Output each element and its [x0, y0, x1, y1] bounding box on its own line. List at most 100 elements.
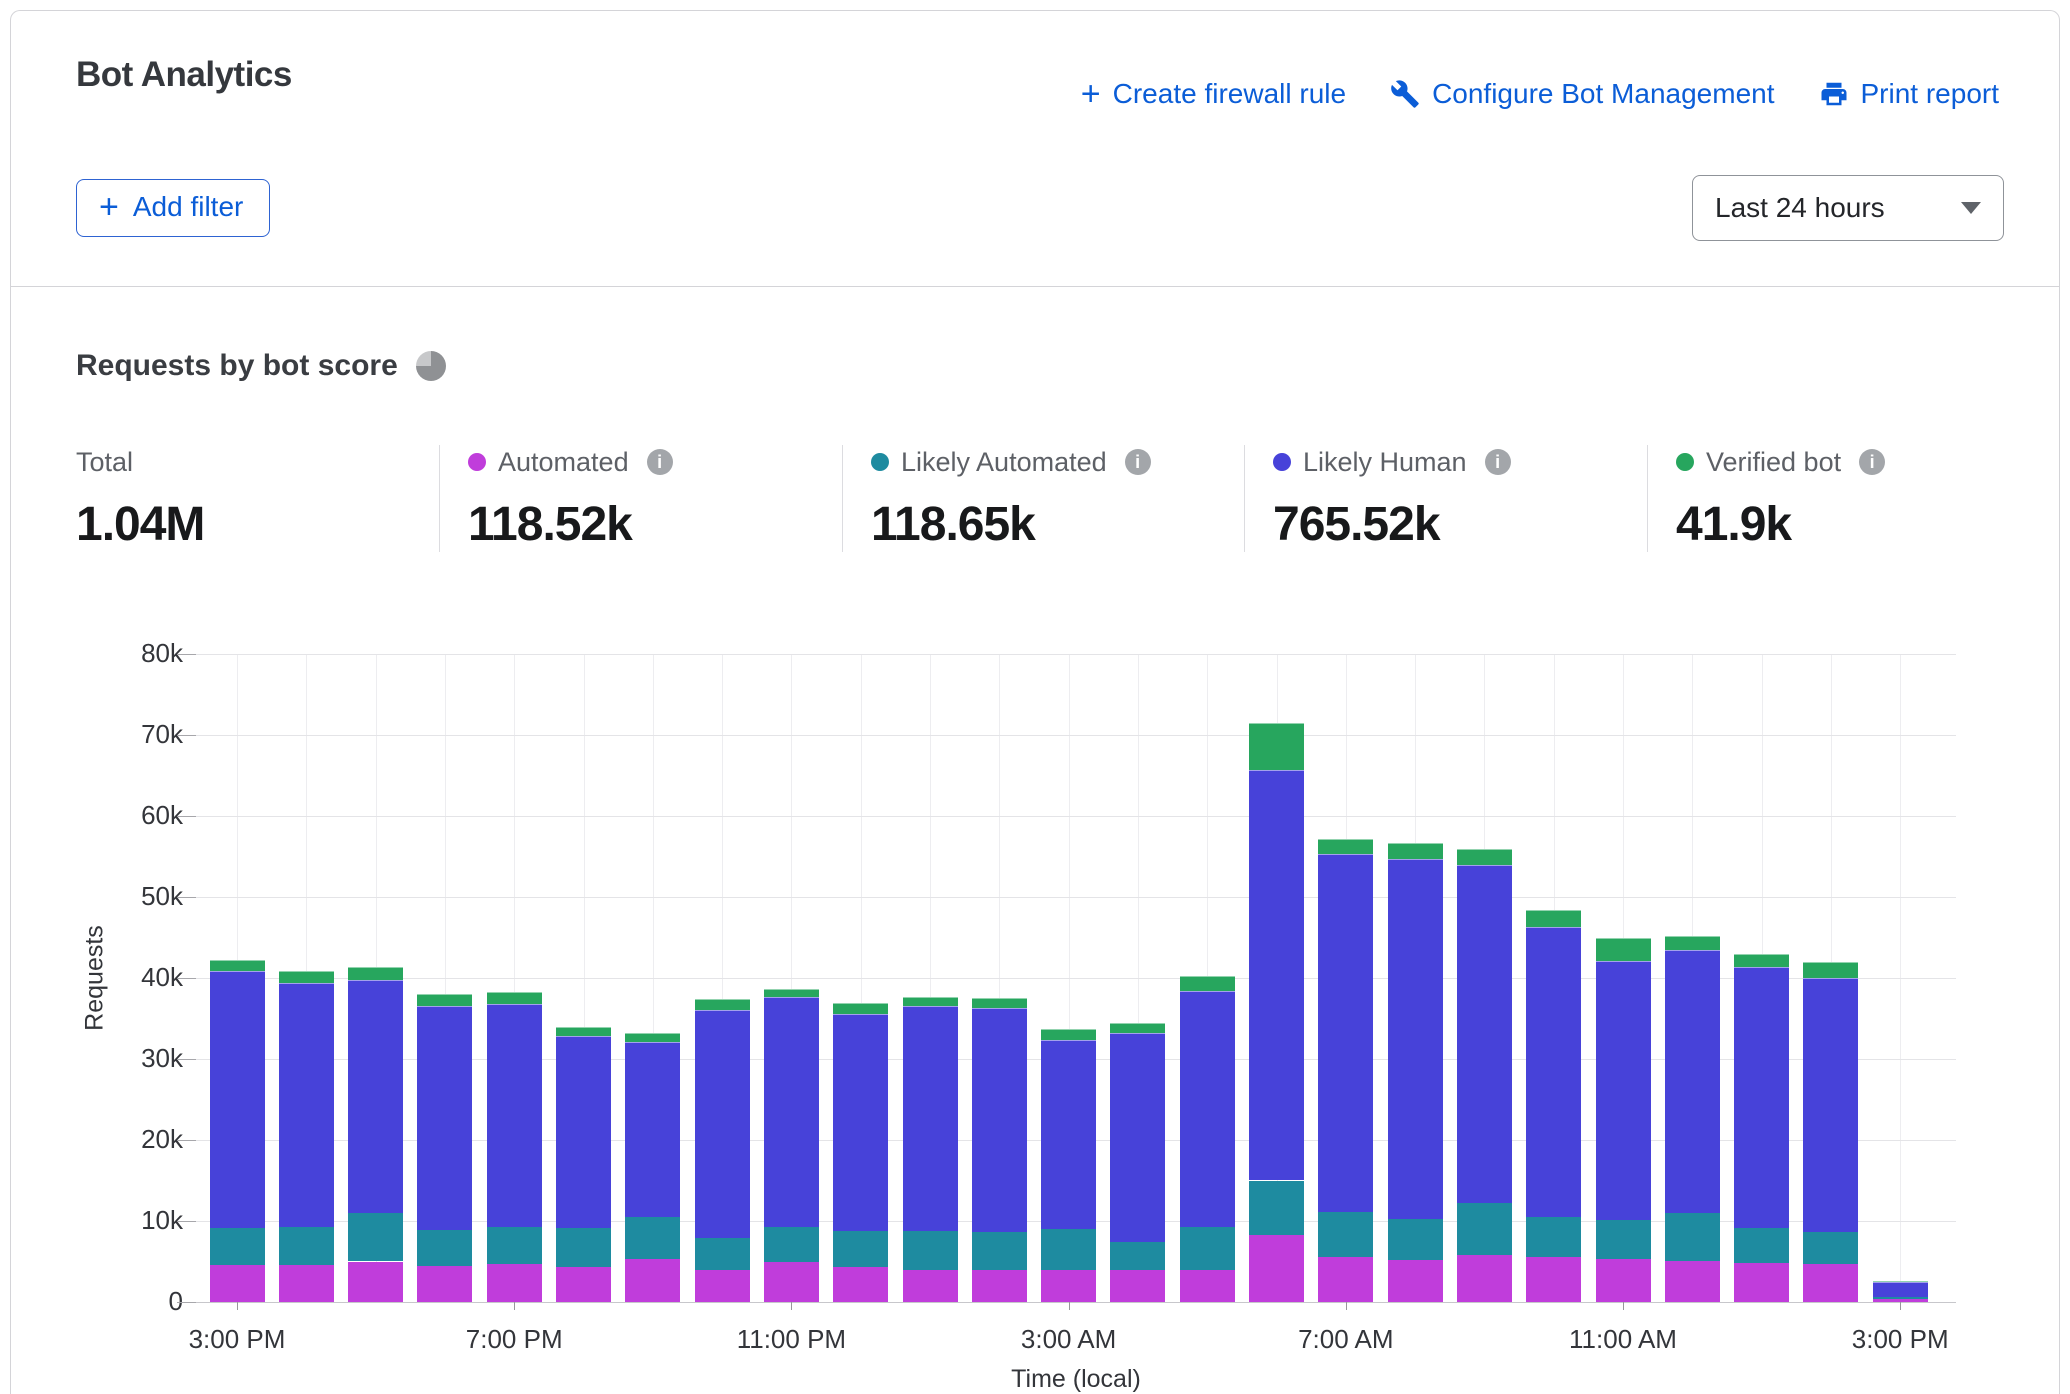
bar-segment-verified_bot [1526, 910, 1581, 927]
bar-segment-automated [348, 1262, 403, 1303]
bar-segment-automated [1180, 1270, 1235, 1302]
bar-segment-automated [903, 1270, 958, 1302]
bar-segment-likely_automated [764, 1227, 819, 1263]
stat-likely-human: Likely Human i 765.52k [1244, 445, 1647, 552]
bar-segment-verified_bot [625, 1033, 680, 1042]
print-report-link[interactable]: Print report [1819, 78, 2000, 110]
y-tick-mark [177, 735, 196, 736]
y-tick-label: 50k [63, 881, 183, 912]
bar-segment-likely_automated [1873, 1297, 1928, 1299]
card-header: Bot Analytics + Create firewall rule Con… [11, 11, 2059, 287]
x-tick-label: 11:00 PM [737, 1324, 846, 1355]
bar-segment-automated [833, 1267, 888, 1302]
bar-segment-likely_human [1803, 978, 1858, 1232]
stat-verified-bot: Verified boti41.9k [1647, 445, 1905, 552]
stat-label: Total [76, 447, 133, 478]
bar-segment-automated [417, 1266, 472, 1302]
stat-total: Total1.04M [76, 445, 439, 552]
bar-segment-verified_bot [972, 998, 1027, 1008]
bar-segment-verified_bot [487, 992, 542, 1004]
y-tick-label: 40k [63, 962, 183, 993]
stat-label-row: Likely Automatedi [871, 445, 1224, 479]
create-firewall-rule-link[interactable]: + Create firewall rule [1081, 77, 1346, 111]
bar-segment-automated [695, 1270, 750, 1302]
bar-segment-likely_human [1180, 991, 1235, 1228]
info-icon[interactable]: i [1485, 449, 1511, 475]
bar-segment-likely_human [1734, 967, 1789, 1229]
bar-segment-automated [487, 1264, 542, 1302]
bar-segment-verified_bot [1803, 962, 1858, 978]
bar-segment-likely_automated [417, 1230, 472, 1266]
bar-segment-automated [1041, 1270, 1096, 1302]
y-tick-mark [177, 654, 196, 655]
legend-dot-likely-automated [871, 453, 889, 471]
bar-segment-likely_automated [833, 1231, 888, 1267]
time-range-value: Last 24 hours [1715, 192, 1885, 224]
x-tick-label: 7:00 PM [466, 1324, 563, 1355]
bar-segment-verified_bot [210, 960, 265, 971]
x-axis-baseline [196, 1302, 1956, 1303]
stat-label: Verified bot [1706, 447, 1841, 478]
stat-label: Likely Human [1303, 447, 1467, 478]
info-icon[interactable]: i [1859, 449, 1885, 475]
chart-plot-area [196, 654, 1956, 1302]
stat-label-row: Automated i [468, 445, 822, 479]
legend-dot-automated [468, 453, 486, 471]
bar-segment-likely_human [1457, 865, 1512, 1204]
bar-segment-verified_bot [348, 967, 403, 981]
bar-segment-likely_automated [487, 1227, 542, 1263]
bar-segment-verified_bot [1457, 849, 1512, 864]
bar-segment-likely_human [833, 1014, 888, 1231]
bar-segment-automated [1388, 1260, 1443, 1302]
x-tick-mark [514, 1302, 515, 1310]
time-range-select[interactable]: Last 24 hours [1692, 175, 2004, 241]
bar-segment-likely_human [279, 983, 334, 1228]
pie-chart-icon [416, 351, 446, 381]
bar-segment-automated [279, 1265, 334, 1302]
stat-value: 118.65k [871, 497, 1224, 552]
stats-row: Total1.04M Automated i 118.52k Likely Automa… [76, 445, 2004, 552]
x-tick-label: 7:00 AM [1298, 1324, 1393, 1355]
bar-segment-verified_bot [1318, 839, 1373, 854]
stat-value: 765.52k [1273, 497, 1627, 552]
bar-segment-likely_human [764, 997, 819, 1227]
bar-segment-verified_bot [417, 994, 472, 1006]
y-tick-mark [177, 1059, 196, 1060]
stat-label-row: Verified bot i [1676, 445, 1885, 479]
stat-label: Automated [498, 447, 629, 478]
y-tick-label: 80k [63, 638, 183, 669]
y-tick-label: 70k [63, 719, 183, 750]
info-icon[interactable]: i [647, 449, 673, 475]
wrench-icon [1390, 79, 1420, 109]
bar-segment-verified_bot [1180, 976, 1235, 991]
x-tick-label: 3:00 AM [1021, 1324, 1116, 1355]
horizontal-gridline [196, 654, 1956, 655]
y-tick-mark [177, 1140, 196, 1141]
bar-segment-automated [1734, 1263, 1789, 1302]
bar-segment-likely_automated [1388, 1219, 1443, 1260]
x-tick-label: 11:00 AM [1569, 1324, 1677, 1355]
create-firewall-rule-label: Create firewall rule [1113, 78, 1346, 110]
y-tick-label: 0 [63, 1286, 183, 1317]
y-tick-label: 30k [63, 1043, 183, 1074]
x-tick-label: 3:00 PM [1852, 1324, 1949, 1355]
bar-segment-automated [556, 1267, 611, 1302]
stat-likely-automated: Likely Automatedi 118.65k [842, 445, 1244, 552]
info-icon[interactable]: i [1125, 449, 1151, 475]
add-filter-label: Add filter [133, 191, 244, 223]
bar-segment-verified_bot [1249, 723, 1304, 770]
bar-segment-likely_automated [1526, 1217, 1581, 1257]
legend-dot-verified-bot [1676, 453, 1694, 471]
bar-segment-likely_human [1388, 859, 1443, 1219]
bar-segment-likely_human [972, 1008, 1027, 1232]
y-tick-mark [177, 1221, 196, 1222]
configure-bot-management-link[interactable]: Configure Bot Management [1390, 78, 1774, 110]
x-tick-mark [1900, 1302, 1901, 1310]
bar-segment-verified_bot [1110, 1023, 1165, 1034]
bar-segment-likely_human [487, 1004, 542, 1228]
bar-segment-likely_automated [1110, 1242, 1165, 1270]
add-filter-button[interactable]: + Add filter [76, 179, 270, 237]
card-body: Requests by bot score Total1.04MAutomate… [11, 287, 2059, 1393]
bar-segment-automated [210, 1265, 265, 1302]
stat-value: 118.52k [468, 497, 822, 552]
